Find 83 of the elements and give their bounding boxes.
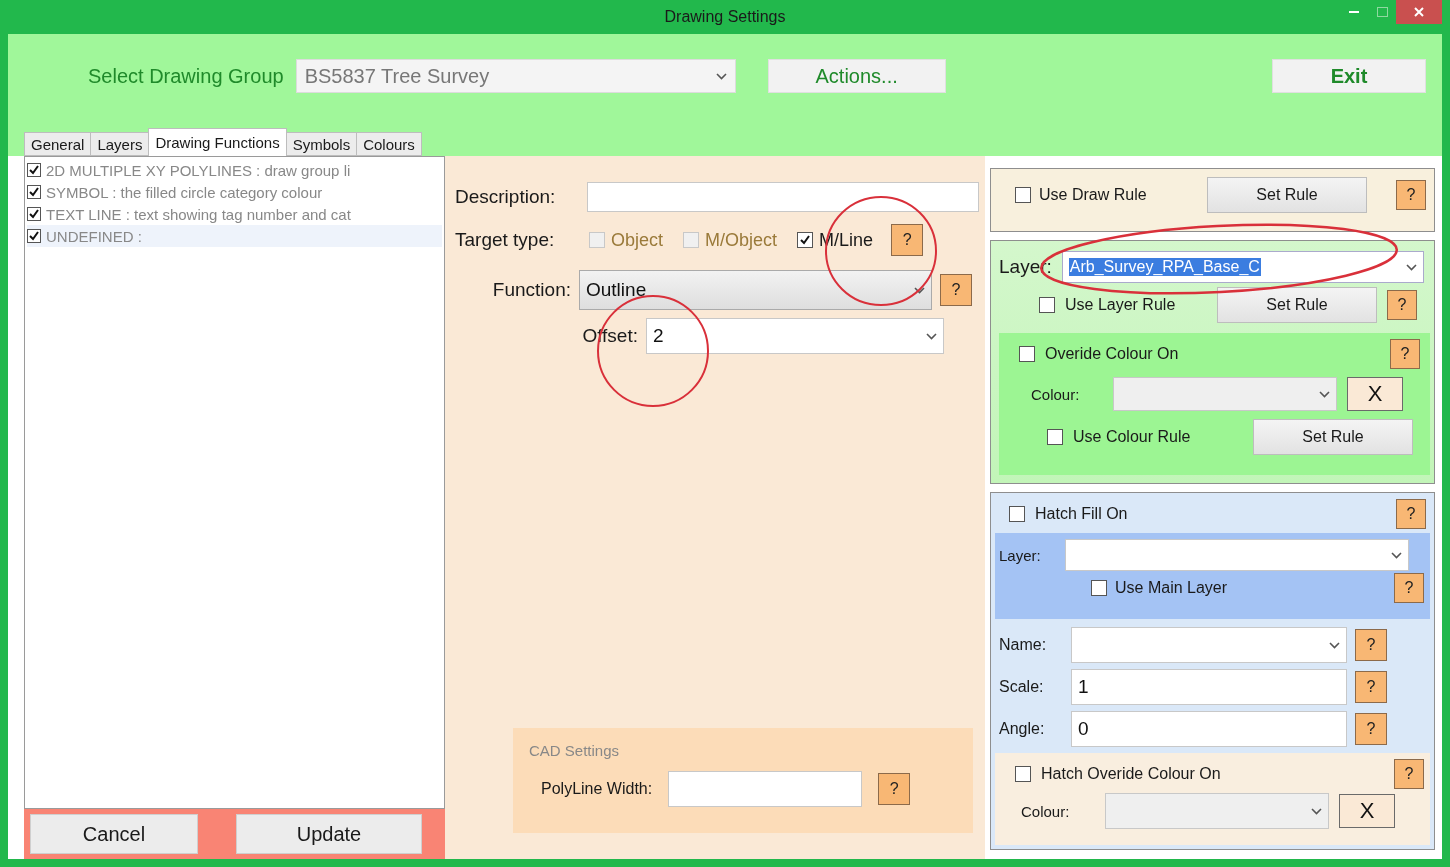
field-label: Name: [999, 636, 1048, 654]
help-button[interactable]: ? [878, 773, 911, 805]
polyline-width-field[interactable] [668, 771, 863, 807]
exit-button[interactable]: Exit [1272, 59, 1426, 93]
chevron-down-icon [715, 72, 727, 80]
group-label: Select Drawing Group [88, 64, 284, 88]
tab[interactable]: Drawing Functions [148, 128, 287, 156]
list-item[interactable]: 2D MULTIPLE XY POLYLINES : draw group li [27, 159, 442, 181]
tab[interactable]: General [24, 132, 92, 156]
help-button[interactable]: ? [1394, 759, 1424, 789]
field-label: Colour: [1021, 802, 1071, 820]
list-item[interactable]: SYMBOL : the filled circle category colour [27, 181, 442, 203]
checkbox-label: Use Layer Rule [1065, 296, 1177, 314]
chevron-down-icon [1391, 551, 1402, 559]
checkbox[interactable] [1015, 187, 1031, 203]
tab[interactable]: Layers [90, 132, 150, 156]
close-button[interactable] [1396, 0, 1442, 24]
checkbox[interactable] [27, 185, 41, 199]
maximize-icon [1376, 7, 1388, 17]
description-field[interactable] [587, 182, 979, 212]
checkbox[interactable] [1091, 580, 1107, 596]
checkbox[interactable] [27, 207, 41, 221]
checkbox[interactable] [797, 232, 814, 248]
window-title: Drawing Settings [664, 8, 786, 26]
help-button[interactable]: ? [1387, 290, 1417, 320]
list-item[interactable]: TEXT LINE : text showing tag number and cat [27, 203, 442, 225]
option-label: Object [611, 229, 664, 251]
chevron-down-icon [1311, 807, 1322, 815]
group-select[interactable]: BS5837 Tree Survey [295, 59, 736, 93]
update-button[interactable]: Update [236, 814, 422, 854]
clear-button[interactable]: X [1339, 794, 1395, 828]
function-select[interactable]: Outline [579, 270, 932, 310]
field-label: Scale: [999, 678, 1045, 696]
clear-button[interactable]: X [1347, 377, 1403, 411]
minimize-icon [1349, 10, 1359, 14]
checkbox-label: Use Draw Rule [1039, 186, 1148, 204]
checkbox-label: Use Main Layer [1115, 579, 1228, 597]
help-button[interactable]: ? [1396, 499, 1426, 529]
checkbox[interactable] [27, 163, 41, 177]
help-button[interactable]: ? [940, 274, 972, 306]
help-button[interactable]: ? [1396, 180, 1426, 210]
help-button[interactable]: ? [1390, 339, 1420, 369]
field-label: PolyLine Width: [541, 780, 653, 798]
option-label: M/Object [705, 229, 778, 251]
checkbox[interactable] [27, 229, 41, 243]
field-label: Layer: [999, 546, 1042, 564]
field-label: Description: [455, 186, 557, 208]
actions-button[interactable]: Actions... [767, 59, 946, 93]
help-button[interactable]: ? [891, 224, 924, 256]
section-title: CAD Settings [529, 742, 621, 759]
checkbox[interactable] [1015, 766, 1031, 782]
checkbox[interactable] [1019, 346, 1035, 362]
close-icon [1414, 7, 1424, 17]
help-button[interactable]: ? [1355, 629, 1387, 661]
help-button[interactable]: ? [1355, 713, 1387, 745]
text-field[interactable]: 0 [1071, 711, 1347, 747]
layer-select[interactable]: Arb_Survey_RPA_Base_C [1061, 251, 1424, 283]
set-rule-button[interactable]: Set Rule [1253, 419, 1413, 455]
chevron-down-icon [1319, 390, 1330, 398]
set-rule-button[interactable]: Set Rule [1217, 287, 1377, 323]
help-button[interactable]: ? [1394, 573, 1424, 603]
tab[interactable]: Symbols [285, 132, 358, 156]
checkbox[interactable] [1047, 429, 1063, 445]
chevron-down-icon [926, 332, 937, 340]
checkbox-label: Overide Colour On [1045, 345, 1179, 363]
help-button[interactable]: ? [1355, 671, 1387, 703]
set-rule-button[interactable]: Set Rule [1207, 177, 1367, 213]
text-field[interactable]: 1 [1071, 669, 1347, 705]
checkbox[interactable] [1009, 506, 1025, 522]
chevron-down-icon [914, 286, 925, 294]
checkbox-label: Use Colour Rule [1073, 428, 1192, 446]
checkbox[interactable] [1039, 297, 1055, 313]
checkbox-label: Hatch Fill On [1035, 505, 1128, 523]
field-label: Function: [491, 279, 571, 301]
field-label: Angle: [999, 720, 1046, 738]
cancel-button[interactable]: Cancel [30, 814, 198, 854]
offset-select[interactable]: 2 [646, 318, 944, 354]
checkbox-label: Hatch Overide Colour On [1041, 765, 1221, 783]
chevron-down-icon [1405, 263, 1417, 271]
chevron-down-icon [1329, 641, 1340, 649]
field-label: Colour: [1031, 385, 1081, 403]
tab[interactable]: Colours [356, 132, 422, 156]
field-label: Target type: [455, 229, 556, 251]
